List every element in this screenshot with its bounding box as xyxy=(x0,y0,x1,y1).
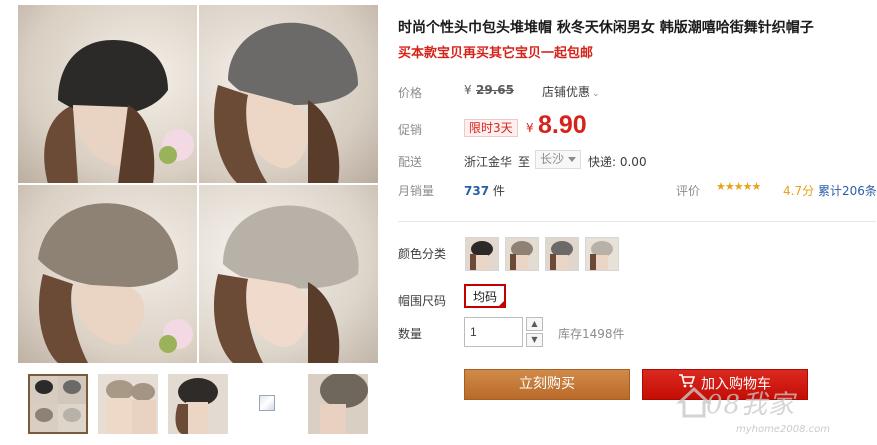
shipping-destination-select[interactable]: 长沙 xyxy=(535,150,582,169)
color-swatch-light-grey[interactable] xyxy=(585,237,619,271)
watermark-url: myhome2008.com xyxy=(736,424,830,435)
product-subtitle: 买本款宝贝再买其它宝贝一起包邮 xyxy=(398,46,594,61)
shipping-destination-value: 长沙 xyxy=(540,152,565,166)
shipping-to-label: 至 xyxy=(518,155,531,169)
thumbnail-4-broken[interactable] xyxy=(238,374,298,434)
size-label: 帽围尺码 xyxy=(398,294,447,308)
rating-stars-icon: ★★★★★ xyxy=(716,180,761,193)
thumbnail-3[interactable] xyxy=(168,374,228,434)
promo-label: 促销 xyxy=(398,123,423,137)
main-product-image[interactable] xyxy=(18,5,378,363)
thumbnail-2[interactable] xyxy=(98,374,158,434)
monthly-sales-unit: 件 xyxy=(492,184,505,198)
shipping-label: 配送 xyxy=(398,155,423,169)
photo-khaki-hat xyxy=(18,184,198,363)
thumbnail-strip xyxy=(18,370,378,440)
watermark-logo-text: 08我家 xyxy=(706,390,796,420)
quantity-input[interactable] xyxy=(464,317,523,347)
shop-discount-dropdown[interactable]: 店铺优惠 ⌄ xyxy=(542,83,600,100)
selected-check-icon xyxy=(497,299,507,308)
size-option-label: 均码 xyxy=(473,290,498,304)
quantity-increase-button[interactable]: ▲ xyxy=(526,317,543,331)
shop-discount-label: 店铺优惠 xyxy=(542,85,591,99)
photo-black-hat xyxy=(18,5,198,184)
chevron-down-icon: ⌄ xyxy=(592,89,600,99)
quantity-label: 数量 xyxy=(398,327,423,341)
sale-price: 8.90 xyxy=(538,111,587,139)
quantity-decrease-button[interactable]: ▼ xyxy=(526,333,543,347)
chevron-up-icon: ▲ xyxy=(531,319,538,328)
color-swatch-black[interactable] xyxy=(465,237,499,271)
reviews-link[interactable]: 累计206条 xyxy=(818,182,877,199)
monthly-sales-label: 月销量 xyxy=(398,184,435,198)
color-swatch-dark-grey[interactable] xyxy=(545,237,579,271)
rating-label: 评价 xyxy=(676,184,701,198)
shipping-origin: 浙江金华 xyxy=(464,155,513,169)
original-price-currency: ¥ xyxy=(464,83,472,97)
promo-badge: 限时3天 xyxy=(464,119,518,137)
rating-score: 4.7分 xyxy=(783,184,815,198)
photo-light-grey-hat xyxy=(198,184,378,363)
price-label: 价格 xyxy=(398,86,423,100)
size-option-one-size[interactable]: 均码 xyxy=(464,284,507,308)
stock-count: 库存1498件 xyxy=(558,327,625,341)
photo-dark-grey-hat xyxy=(198,5,378,184)
product-title: 时尚个性头巾包头堆堆帽 秋冬天休闲男女 韩版潮嘻哈街舞针织帽子 xyxy=(398,20,814,36)
original-price: 29.65 xyxy=(476,83,514,97)
monthly-sales-count: 737 xyxy=(464,184,490,198)
site-watermark: 08我家 myhome2008.com xyxy=(676,378,876,442)
broken-image-icon xyxy=(259,395,275,411)
image-divider-horizontal xyxy=(18,183,378,185)
thumbnail-1[interactable] xyxy=(28,374,88,434)
monthly-sales-value: 737 件 xyxy=(464,182,505,199)
thumbnail-5[interactable] xyxy=(308,374,368,434)
shipping-fee: 快递: 0.00 xyxy=(588,155,647,169)
chevron-down-icon: ▼ xyxy=(531,335,538,344)
section-divider xyxy=(398,221,876,222)
caret-down-icon xyxy=(568,157,577,162)
sale-price-currency: ¥ xyxy=(526,121,534,135)
buy-now-button[interactable]: 立刻购买 xyxy=(464,369,630,400)
color-swatch-khaki[interactable] xyxy=(505,237,539,271)
color-label: 颜色分类 xyxy=(398,247,447,261)
